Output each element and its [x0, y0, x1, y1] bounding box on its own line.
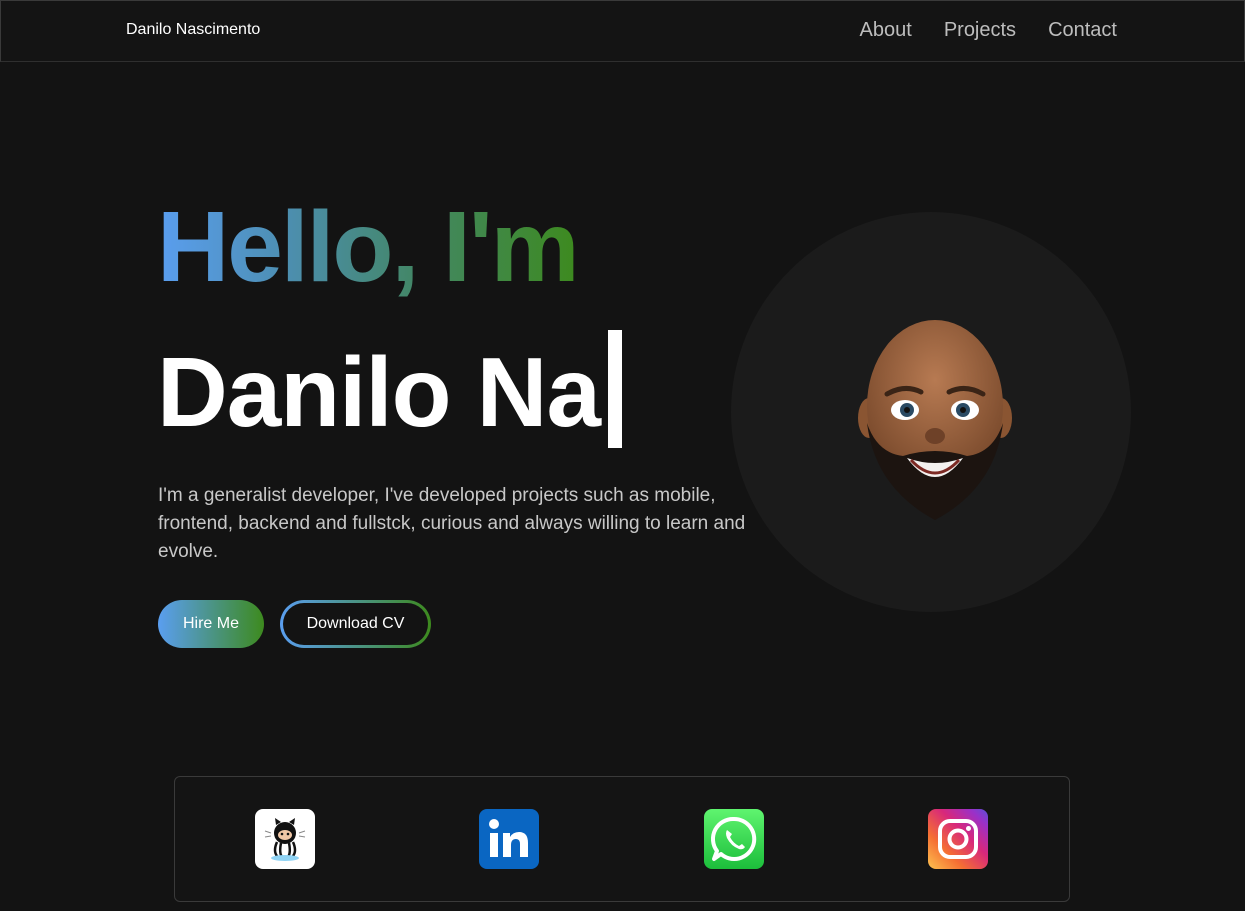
typed-name-text: Danilo Na	[157, 337, 601, 447]
hire-me-button[interactable]: Hire Me	[158, 600, 264, 648]
social-links-panel	[174, 776, 1070, 902]
top-navbar: Danilo Nascimento About Projects Contact	[0, 0, 1245, 62]
download-cv-label: Download CV	[283, 603, 428, 645]
nav-links: About Projects Contact	[860, 19, 1117, 42]
brand-logo-link[interactable]: Danilo Nascimento	[126, 21, 260, 39]
typing-cursor	[607, 330, 622, 448]
download-cv-button[interactable]: Download CV	[280, 600, 431, 648]
linkedin-icon[interactable]	[479, 809, 539, 869]
instagram-icon[interactable]	[928, 809, 988, 869]
hero-greeting: Hello, I'm	[157, 191, 580, 303]
hero-typed-name: Danilo Na	[157, 330, 622, 452]
memoji-avatar-icon	[858, 320, 1012, 520]
nav-link-projects[interactable]: Projects	[944, 19, 1016, 42]
whatsapp-icon[interactable]	[704, 809, 764, 869]
nav-link-contact[interactable]: Contact	[1048, 19, 1117, 42]
hero-bio: I'm a generalist developer, I've develop…	[158, 485, 746, 562]
nav-link-about[interactable]: About	[860, 19, 912, 42]
github-icon[interactable]	[255, 809, 315, 869]
